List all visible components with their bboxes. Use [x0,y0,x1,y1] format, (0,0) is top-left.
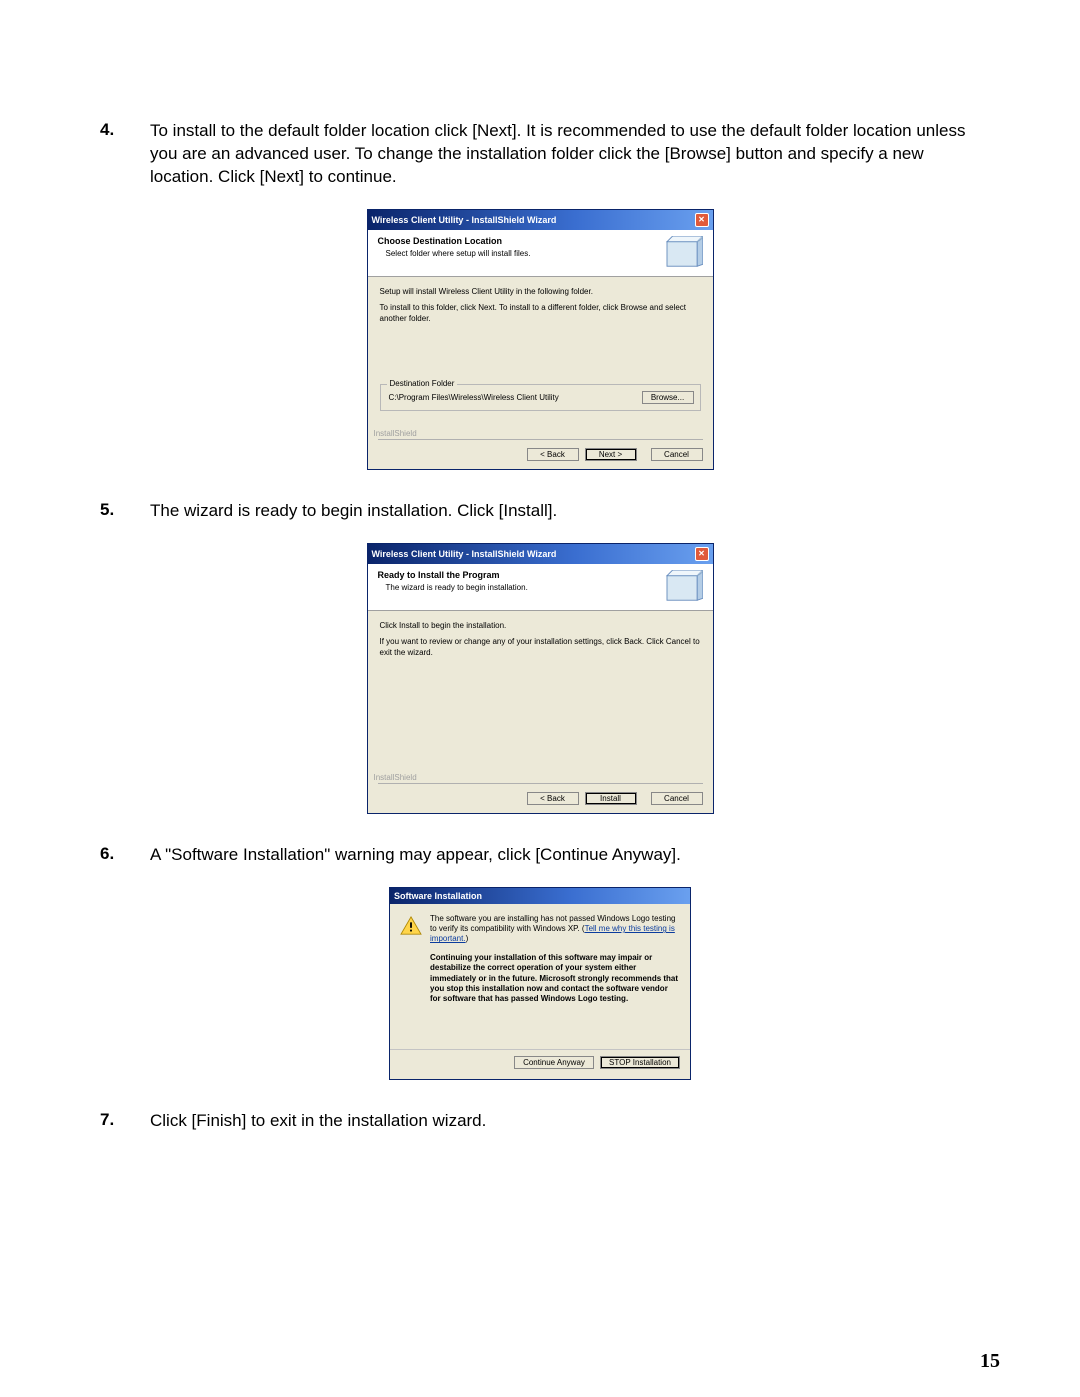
installshield-brand: InstallShield [372,429,419,438]
back-button[interactable]: < Back [527,792,579,805]
installshield-brand: InstallShield [372,773,419,782]
titlebar[interactable]: Wireless Client Utility - InstallShield … [368,210,713,230]
page-number: 15 [980,1350,1000,1373]
wizard-header: Choose Destination Location Select folde… [368,230,713,277]
warning-body: The software you are installing has not … [390,904,690,1019]
step-number: 4. [100,120,150,189]
box-icon [665,236,703,270]
step-text: A "Software Installation" warning may ap… [150,844,681,867]
install-button[interactable]: Install [585,792,637,805]
step-7: 7. Click [Finish] to exit in the install… [100,1110,980,1133]
warning-paragraph-1: The software you are installing has not … [430,914,680,945]
back-button[interactable]: < Back [527,448,579,461]
cancel-button[interactable]: Cancel [651,792,703,805]
header-title: Choose Destination Location [378,236,531,246]
step-4: 4. To install to the default folder loca… [100,120,980,189]
cancel-button[interactable]: Cancel [651,448,703,461]
titlebar-text: Software Installation [394,891,482,901]
warning-icon [400,916,422,936]
installshield-destination-window: Wireless Client Utility - InstallShield … [367,209,714,470]
body-line1: Click Install to begin the installation. [380,621,701,631]
figure-warning-window: Software Installation The software you a… [100,887,980,1080]
step-number: 5. [100,500,150,523]
titlebar[interactable]: Wireless Client Utility - InstallShield … [368,544,713,564]
figure-ready-window: Wireless Client Utility - InstallShield … [100,543,980,814]
figure-destination-window: Wireless Client Utility - InstallShield … [100,209,980,470]
step-text: Click [Finish] to exit in the installati… [150,1110,486,1133]
titlebar-text: Wireless Client Utility - InstallShield … [372,549,557,559]
header-subtitle: Select folder where setup will install f… [386,249,531,258]
wizard-body: Setup will install Wireless Client Utili… [368,277,713,433]
close-icon[interactable]: ✕ [695,547,709,561]
destination-fieldset: Destination Folder C:\Program Files\Wire… [380,384,701,411]
warning-paragraph-2: Continuing your installation of this sof… [430,953,680,1005]
destination-legend: Destination Folder [387,379,458,388]
close-icon[interactable]: ✕ [695,213,709,227]
header-title: Ready to Install the Program [378,570,528,580]
step-text: To install to the default folder locatio… [150,120,980,189]
wizard-footer: InstallShield < Back Next > Cancel [368,433,713,469]
wizard-footer: InstallShield < Back Install Cancel [368,777,713,813]
step-5: 5. The wizard is ready to begin installa… [100,500,980,523]
warning-footer: Continue Anyway STOP Installation [390,1049,690,1079]
header-subtitle: The wizard is ready to begin installatio… [386,583,528,592]
installshield-ready-window: Wireless Client Utility - InstallShield … [367,543,714,814]
continue-anyway-button[interactable]: Continue Anyway [514,1056,594,1069]
next-button[interactable]: Next > [585,448,637,461]
body-line2: If you want to review or change any of y… [380,637,701,658]
software-installation-warning-window: Software Installation The software you a… [389,887,691,1080]
titlebar-text: Wireless Client Utility - InstallShield … [372,215,557,225]
titlebar[interactable]: Software Installation [390,888,690,904]
body-line2: To install to this folder, click Next. T… [380,303,701,324]
destination-path: C:\Program Files\Wireless\Wireless Clien… [389,393,559,402]
browse-button[interactable]: Browse... [642,391,694,404]
step-text: The wizard is ready to begin installatio… [150,500,557,523]
document-page: 4. To install to the default folder loca… [0,0,1080,1397]
stop-installation-button[interactable]: STOP Installation [600,1056,680,1069]
body-line1: Setup will install Wireless Client Utili… [380,287,701,297]
step-number: 6. [100,844,150,867]
step-6: 6. A "Software Installation" warning may… [100,844,980,867]
wizard-header: Ready to Install the Program The wizard … [368,564,713,611]
step-number: 7. [100,1110,150,1133]
wizard-body: Click Install to begin the installation.… [368,611,713,777]
box-icon [665,570,703,604]
